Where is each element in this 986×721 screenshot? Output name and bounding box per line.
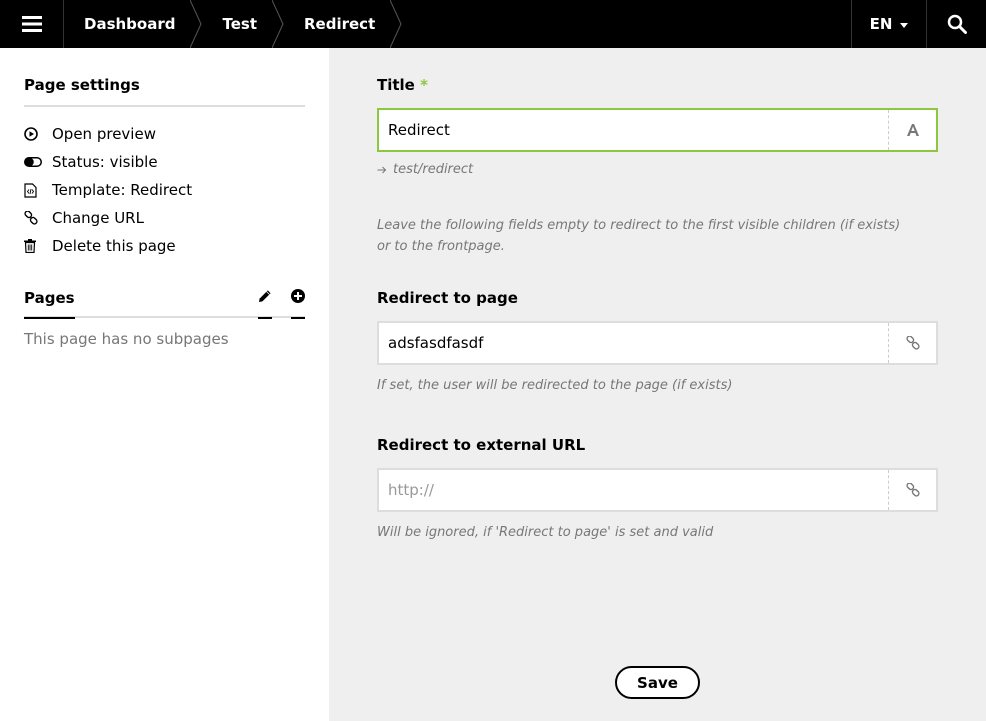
caret-down-icon [900, 22, 909, 28]
sidebar-item-delete[interactable]: Delete this page [24, 232, 305, 260]
no-subpages-text: This page has no subpages [24, 330, 229, 348]
page-settings-heading: Page settings [24, 76, 305, 107]
main-panel: Title * Redirect test/redirect Leave the… [329, 48, 986, 721]
sidebar-item-label: Change URL [52, 209, 144, 227]
redirect-info-text: Leave the following fields empty to redi… [377, 218, 901, 254]
link-icon [905, 336, 920, 350]
sidebar-item-open-preview[interactable]: Open preview [24, 120, 305, 148]
hamburger-icon [21, 16, 42, 32]
required-mark: * [420, 76, 428, 94]
menu-button[interactable] [0, 0, 64, 48]
url-link-button[interactable] [888, 470, 936, 510]
sidebar-item-label: Delete this page [52, 237, 176, 255]
sidebar-item-template[interactable]: Template: Redirect [24, 176, 305, 204]
breadcrumb-separator-icon [390, 0, 402, 48]
font-icon [906, 124, 919, 136]
sidebar-item-label: Status: visible [52, 153, 158, 171]
breadcrumb-item-test[interactable]: Test [202, 0, 272, 48]
redirect-page-help: If set, the user will be redirected to t… [377, 378, 733, 393]
pages-heading[interactable]: Pages [24, 285, 75, 319]
arrow-right-icon [377, 166, 387, 173]
title-label: Title * [377, 76, 938, 96]
redirect-url-field[interactable]: http:// [377, 468, 938, 512]
pages-header: Pages [24, 285, 305, 319]
link-icon [905, 483, 920, 497]
breadcrumb: Dashboard Test Redirect [64, 0, 402, 48]
url-slug: test/redirect [377, 162, 938, 177]
sidebar-item-status[interactable]: Status: visible [24, 148, 305, 176]
redirect-url-input[interactable]: http:// [379, 470, 888, 510]
breadcrumb-separator-icon [272, 0, 284, 48]
select-page-button[interactable] [888, 323, 936, 363]
top-bar: Dashboard Test Redirect EN [0, 0, 986, 48]
title-field[interactable]: Redirect [377, 108, 938, 152]
search-icon [947, 14, 967, 34]
redirect-page-field[interactable]: adsfasdfasdf [377, 321, 938, 365]
add-page-button[interactable] [291, 285, 305, 319]
save-button[interactable]: Save [615, 666, 700, 699]
code-file-icon [24, 182, 52, 198]
link-icon [24, 211, 52, 225]
breadcrumb-item-redirect[interactable]: Redirect [284, 0, 390, 48]
play-circle-icon [24, 127, 52, 141]
title-input[interactable]: Redirect [379, 110, 888, 150]
slug-text: test/redirect [393, 162, 474, 177]
page-settings-list: Open preview Status: visible Template: R… [24, 107, 305, 260]
redirect-page-label: Redirect to page [377, 289, 518, 307]
sidebar-item-label: Template: Redirect [52, 181, 193, 199]
sidebar-item-change-url[interactable]: Change URL [24, 204, 305, 232]
toggle-icon [24, 157, 52, 167]
redirect-page-input[interactable]: adsfasdfasdf [379, 323, 888, 363]
sidebar-item-label: Open preview [52, 125, 156, 143]
trash-icon [24, 239, 52, 253]
title-label-text: Title [377, 76, 415, 94]
redirect-url-label: Redirect to external URL [377, 436, 586, 454]
breadcrumb-separator-icon [190, 0, 203, 48]
breadcrumb-item-dashboard[interactable]: Dashboard [64, 0, 190, 48]
plus-circle-icon [291, 289, 305, 303]
edit-pages-button[interactable] [258, 285, 272, 319]
pencil-icon [259, 290, 271, 302]
redirect-url-help: Will be ignored, if 'Redirect to page' i… [377, 525, 714, 540]
language-selector[interactable]: EN [851, 0, 926, 48]
text-format-button[interactable] [888, 110, 936, 150]
search-button[interactable] [926, 0, 986, 48]
language-label: EN [869, 15, 893, 33]
sidebar: Page settings Open preview Status: visib… [0, 48, 329, 721]
